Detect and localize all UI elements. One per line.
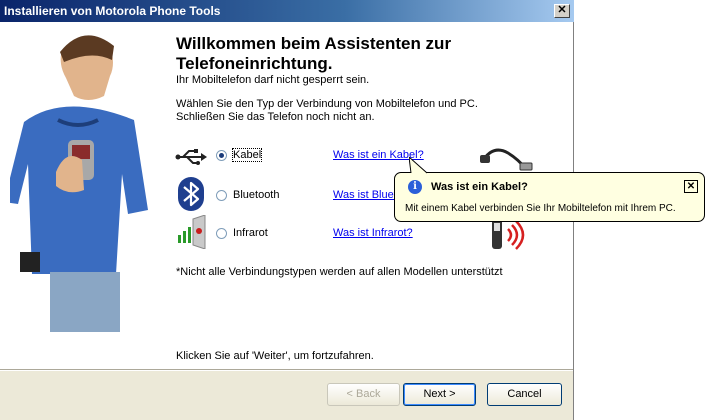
option-label-kabel[interactable]: Kabel [231, 148, 263, 162]
bluetooth-icon [178, 177, 204, 211]
option-label-bluetooth[interactable]: Bluetooth [233, 189, 279, 201]
footnote: *Nicht alle Verbindungstypen werden auf … [176, 266, 503, 278]
person-with-phone-image [10, 22, 158, 332]
next-button[interactable]: Next > [403, 383, 476, 406]
radio-infrarot[interactable] [216, 228, 227, 239]
radio-bluetooth[interactable] [216, 190, 227, 201]
cancel-button[interactable]: Cancel [487, 383, 562, 406]
close-button[interactable]: ✕ [554, 4, 570, 18]
page-title: Willkommen beim Assistenten zur Telefone… [176, 34, 452, 73]
lock-warning: Ihr Mobiltelefon darf nicht gesperrt sei… [176, 74, 370, 86]
cable-tooltip: i Was ist ein Kabel? ✕ Mit einem Kabel v… [394, 157, 705, 222]
option-label-infrarot[interactable]: Infrarot [233, 227, 268, 239]
tooltip-title: Was ist ein Kabel? [431, 181, 528, 193]
link-what-is-infrared[interactable]: Was ist Infrarot? [333, 227, 413, 239]
radio-kabel[interactable] [216, 150, 227, 161]
link-what-is-bluetooth[interactable]: Was ist Bluetooth? [333, 189, 395, 201]
tooltip-pointer [409, 157, 428, 174]
usb-icon [175, 149, 207, 165]
separator [0, 369, 573, 371]
tooltip-close-button[interactable]: ✕ [684, 180, 698, 193]
tooltip-text: Mit einem Kabel verbinden Sie Ihr Mobilt… [405, 203, 676, 214]
info-icon: i [408, 180, 422, 194]
cable-image [480, 148, 533, 171]
continue-hint: Klicken Sie auf 'Weiter', um fortzufahre… [176, 350, 374, 362]
title-bar: Installieren von Motorola Phone Tools ✕ [0, 0, 574, 22]
instruction-line-2: Schließen Sie das Telefon noch nicht an. [176, 111, 375, 123]
window-title: Installieren von Motorola Phone Tools [4, 4, 221, 18]
instruction-line-1: Wählen Sie den Typ der Verbindung von Mo… [176, 98, 478, 110]
back-button[interactable]: < Back [327, 383, 400, 406]
infrared-icon [178, 215, 206, 249]
